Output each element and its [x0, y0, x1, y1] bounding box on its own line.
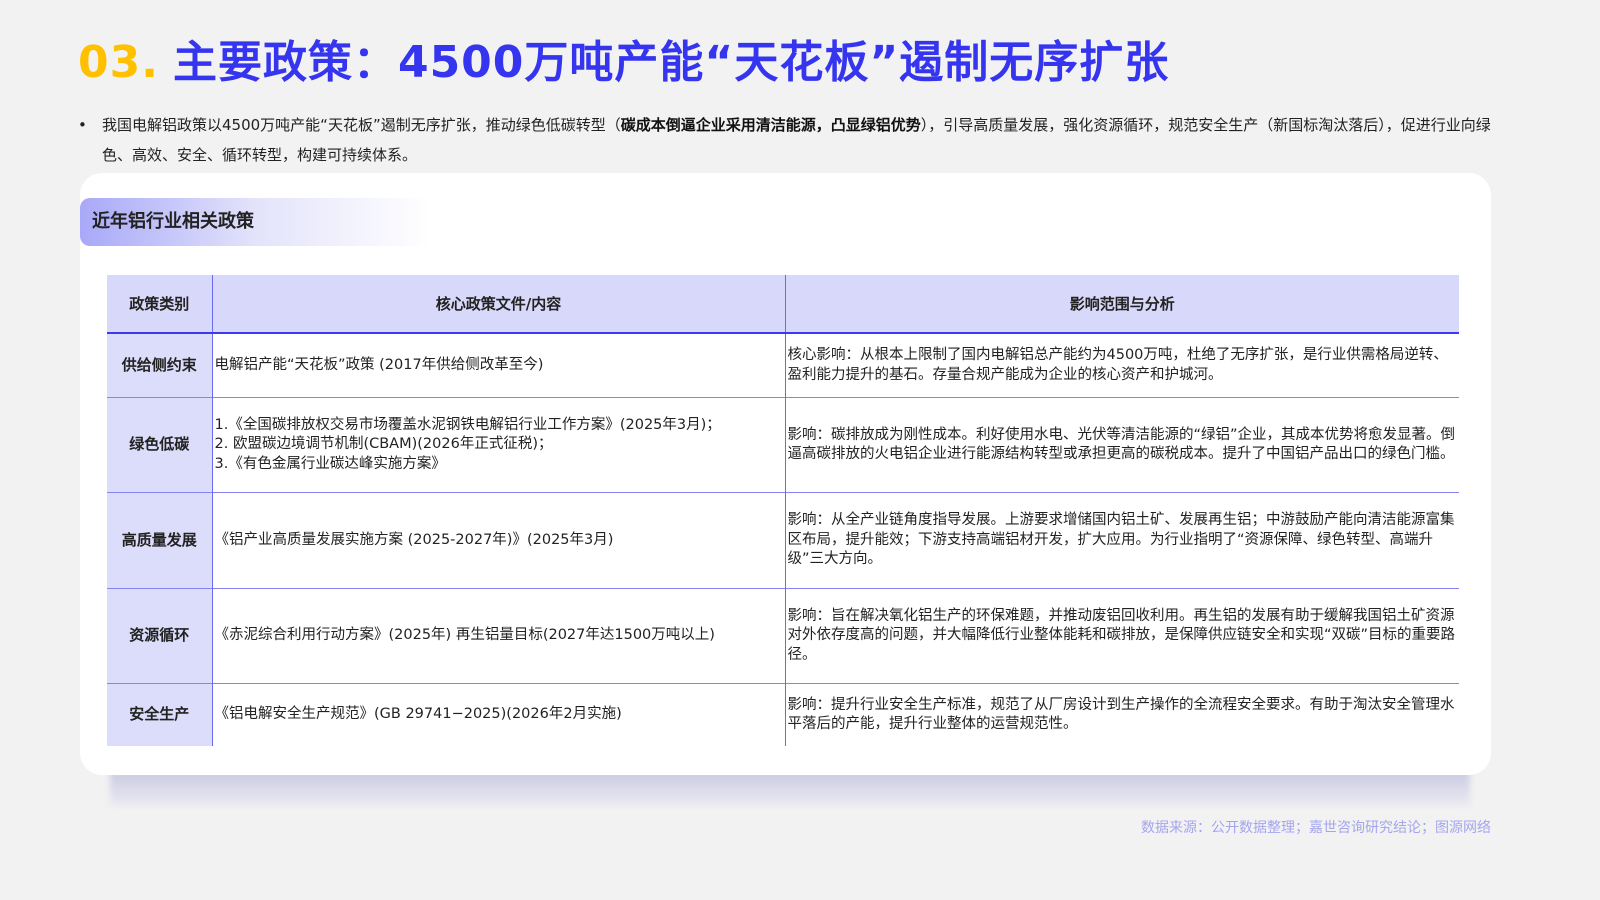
page-title: 03. 主要政策：4500万吨产能“天花板”遏制无序扩张	[78, 26, 1169, 90]
category-cell: 供给侧约束	[107, 333, 212, 398]
bullet-icon: •	[78, 110, 87, 140]
content-line: 1.《全国碳排放权交易市场覆盖水泥钢铁电解铝行业工作方案》(2025年3月)；	[215, 416, 783, 436]
table-row: 高质量发展 《铝产业高质量发展实施方案 (2025-2027年)》(2025年3…	[107, 493, 1459, 589]
section-number: 03.	[78, 37, 159, 88]
analysis-cell: 核心影响：从根本上限制了国内电解铝总产能约为4500万吨，杜绝了无序扩张，是行业…	[785, 333, 1459, 398]
header-analysis: 影响范围与分析	[785, 275, 1459, 333]
policy-card: 近年铝行业相关政策 政策类别 核心政策文件/内容 影响范围与分析 供给侧约束 电…	[80, 173, 1491, 775]
content-cell: 1.《全国碳排放权交易市场覆盖水泥钢铁电解铝行业工作方案》(2025年3月)； …	[212, 398, 785, 493]
content-cell: 《铝电解安全生产规范》(GB 29741−2025)(2026年2月实施)	[212, 684, 785, 747]
category-cell: 安全生产	[107, 684, 212, 747]
header-content: 核心政策文件/内容	[212, 275, 785, 333]
analysis-cell: 影响：从全产业链角度指导发展。上游要求增储国内铝土矿、发展再生铝；中游鼓励产能向…	[785, 493, 1459, 589]
content-line: 3.《有色金属行业碳达峰实施方案》	[215, 455, 783, 475]
data-source: 数据来源：公开数据整理；嘉世咨询研究结论；图源网络	[1141, 817, 1491, 837]
analysis-cell: 影响：提升行业安全生产标准，规范了从厂房设计到生产操作的全流程安全要求。有助于淘…	[785, 684, 1459, 747]
table-header-row: 政策类别 核心政策文件/内容 影响范围与分析	[107, 275, 1459, 333]
content-line: 2. 欧盟碳边境调节机制(CBAM)(2026年正式征税)；	[215, 435, 783, 455]
summary-bold: 碳成本倒逼企业采用清洁能源，凸显绿铝优势	[621, 116, 921, 134]
table-row: 绿色低碳 1.《全国碳排放权交易市场覆盖水泥钢铁电解铝行业工作方案》(2025年…	[107, 398, 1459, 493]
content-cell: 《赤泥综合利用行动方案》(2025年) 再生铝量目标(2027年达1500万吨以…	[212, 589, 785, 684]
table-row: 供给侧约束 电解铝产能“天花板”政策 (2017年供给侧改革至今) 核心影响：从…	[107, 333, 1459, 398]
analysis-cell: 影响：碳排放成为刚性成本。利好使用水电、光伏等清洁能源的“绿铝”企业，其成本优势…	[785, 398, 1459, 493]
section-title: 近年铝行业相关政策	[80, 198, 430, 246]
card-shadow	[110, 770, 1470, 806]
policy-table: 政策类别 核心政策文件/内容 影响范围与分析 供给侧约束 电解铝产能“天花板”政…	[107, 275, 1459, 746]
content-cell: 《铝产业高质量发展实施方案 (2025-2027年)》(2025年3月)	[212, 493, 785, 589]
category-cell: 高质量发展	[107, 493, 212, 589]
summary-paragraph: • 我国电解铝政策以4500万吨产能“天花板”遏制无序扩张，推动绿色低碳转型（碳…	[78, 110, 1518, 170]
table-row: 安全生产 《铝电解安全生产规范》(GB 29741−2025)(2026年2月实…	[107, 684, 1459, 747]
analysis-cell: 影响：旨在解决氧化铝生产的环保难题，并推动废铝回收利用。再生铝的发展有助于缓解我…	[785, 589, 1459, 684]
category-cell: 绿色低碳	[107, 398, 212, 493]
content-cell: 电解铝产能“天花板”政策 (2017年供给侧改革至今)	[212, 333, 785, 398]
title-text: 主要政策：4500万吨产能“天花板”遏制无序扩张	[173, 37, 1169, 88]
header-category: 政策类别	[107, 275, 212, 333]
summary-text-1: 我国电解铝政策以4500万吨产能“天花板”遏制无序扩张，推动绿色低碳转型（	[102, 116, 621, 134]
table-row: 资源循环 《赤泥综合利用行动方案》(2025年) 再生铝量目标(2027年达15…	[107, 589, 1459, 684]
category-cell: 资源循环	[107, 589, 212, 684]
